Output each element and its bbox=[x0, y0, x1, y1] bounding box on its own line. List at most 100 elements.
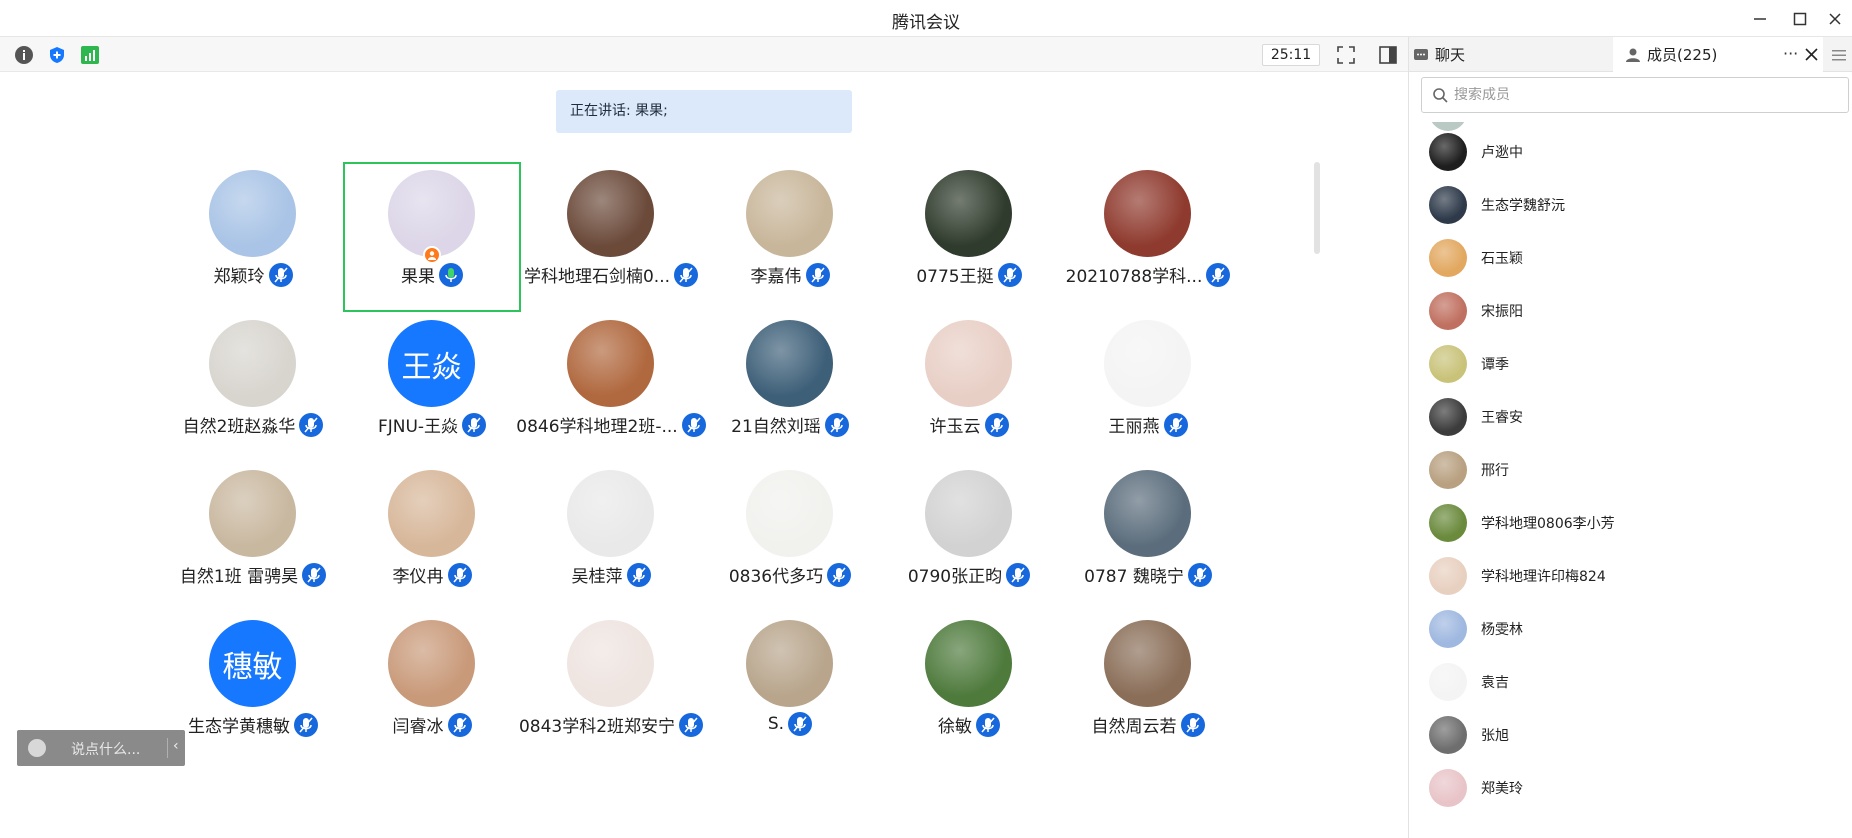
participant-tile[interactable]: 徐敏 bbox=[880, 612, 1058, 762]
member-name: 邢行 bbox=[1481, 463, 1509, 479]
participant-tile[interactable]: 0846学科地理2班-... bbox=[516, 312, 706, 462]
chat-input-box[interactable]: 说点什么... ‹ bbox=[17, 730, 185, 766]
participant-tile[interactable]: 许玉云 bbox=[880, 312, 1058, 462]
participant-tile[interactable]: S. bbox=[701, 612, 879, 762]
mic-icon bbox=[827, 562, 852, 587]
mic-icon bbox=[1180, 712, 1205, 737]
mic-icon bbox=[447, 562, 472, 587]
avatar bbox=[746, 320, 833, 407]
minimize-button[interactable] bbox=[1745, 6, 1775, 32]
avatar bbox=[1104, 620, 1191, 707]
toggle-sidebar-button[interactable] bbox=[1377, 44, 1399, 66]
participant-tile[interactable]: 吴桂萍 bbox=[522, 462, 700, 612]
list-item[interactable]: 卢逖中 bbox=[1429, 132, 1839, 172]
avatar bbox=[388, 170, 475, 257]
sidebar-icon bbox=[1379, 46, 1397, 64]
participant-tile[interactable]: 0775王挺 bbox=[880, 162, 1058, 312]
mic-icon bbox=[788, 712, 813, 736]
member-search-input[interactable] bbox=[1454, 87, 1834, 103]
member-name: 学科地理许印梅824 bbox=[1481, 569, 1606, 585]
participant-tile[interactable]: 王焱 FJNU-王焱 bbox=[343, 312, 521, 462]
maximize-button[interactable] bbox=[1785, 6, 1815, 32]
tab-members-label: 成员(225) bbox=[1647, 46, 1718, 64]
tab-members[interactable]: 成员(225) ··· bbox=[1613, 37, 1823, 72]
more-options-button[interactable]: ··· bbox=[1783, 44, 1798, 63]
participant-tile[interactable]: 李仪冉 bbox=[343, 462, 521, 612]
network-signal-button[interactable] bbox=[79, 44, 101, 66]
fullscreen-button[interactable] bbox=[1335, 44, 1357, 66]
participant-name: 王丽燕 bbox=[1108, 417, 1160, 437]
participant-tile[interactable]: 0843学科2班郑安宁 bbox=[519, 612, 704, 762]
mic-icon bbox=[626, 562, 651, 587]
member-search[interactable] bbox=[1421, 77, 1849, 113]
participant-tile[interactable]: 郑颖玲 bbox=[164, 162, 342, 312]
participant-tile[interactable]: 王丽燕 bbox=[1059, 312, 1237, 462]
tab-chat[interactable]: 聊天 bbox=[1409, 37, 1613, 72]
participant-tile[interactable]: 学科地理石剑楠0... bbox=[522, 162, 700, 312]
list-item[interactable]: 王睿安 bbox=[1429, 397, 1839, 437]
mic-icon bbox=[997, 262, 1022, 287]
list-item[interactable]: 张旭 bbox=[1429, 715, 1839, 755]
participant-tile[interactable]: 0790张正昀 bbox=[880, 462, 1058, 612]
participant-tile[interactable]: 0787 魏晓宁 bbox=[1059, 462, 1237, 612]
list-item[interactable]: 邢行 bbox=[1429, 450, 1839, 490]
panel-menu-button[interactable] bbox=[1825, 37, 1852, 72]
list-item[interactable] bbox=[1429, 122, 1839, 132]
mic-icon bbox=[805, 262, 830, 287]
participant-name: 许玉云 bbox=[929, 417, 981, 437]
participant-name: 自然周云若 bbox=[1091, 717, 1177, 737]
participant-tile[interactable]: 21自然刘瑶 bbox=[701, 312, 879, 462]
participant-tile[interactable]: 果果 bbox=[343, 162, 521, 312]
maximize-icon bbox=[1793, 12, 1807, 26]
security-button[interactable] bbox=[46, 44, 68, 66]
avatar bbox=[1104, 320, 1191, 407]
list-item[interactable]: 石玉颖 bbox=[1429, 238, 1839, 278]
participant-name: 0790张正昀 bbox=[907, 567, 1003, 587]
avatar bbox=[1429, 398, 1467, 436]
participant-tile[interactable]: 0836代多巧 bbox=[701, 462, 879, 612]
avatar bbox=[567, 170, 654, 257]
member-name: 石玉颖 bbox=[1481, 251, 1523, 267]
list-item[interactable]: 生态学魏舒沅 bbox=[1429, 185, 1839, 225]
shield-icon bbox=[50, 47, 64, 63]
participant-tile[interactable]: 李嘉伟 bbox=[701, 162, 879, 312]
participant-tile[interactable]: 穗敏 生态学黄穗敏 bbox=[164, 612, 342, 762]
side-panel: 聊天 成员(225) ··· 卢逖中生态学魏舒沅石玉颖宋振阳谭季王睿安邢行学科地… bbox=[1408, 37, 1852, 838]
side-tabs: 聊天 成员(225) ··· bbox=[1409, 37, 1852, 72]
participant-name: 0775王挺 bbox=[916, 267, 994, 287]
avatar bbox=[1429, 292, 1467, 330]
member-name: 张旭 bbox=[1481, 728, 1509, 744]
list-item[interactable]: 谭季 bbox=[1429, 344, 1839, 384]
list-item[interactable]: 郑美玲 bbox=[1429, 768, 1839, 808]
signal-bars-icon bbox=[81, 46, 99, 64]
avatar bbox=[1429, 557, 1467, 595]
list-item[interactable]: 宋振阳 bbox=[1429, 291, 1839, 331]
close-window-button[interactable] bbox=[1820, 6, 1850, 32]
participant-tile[interactable]: 自然周云若 bbox=[1059, 612, 1237, 762]
participant-tile[interactable]: 自然1班 雷骋昊 bbox=[164, 462, 342, 612]
grid-scrollbar[interactable] bbox=[1314, 162, 1320, 254]
list-item[interactable]: 学科地理0806李小芳 bbox=[1429, 503, 1839, 543]
participant-name-row: 自然周云若 bbox=[1039, 712, 1257, 737]
list-item[interactable]: 袁吉 bbox=[1429, 662, 1839, 702]
participant-grid: 正在讲话: 果果; 郑颖玲 果果 学科地理石剑楠0... 李嘉伟 0775王挺 20210… bbox=[0, 72, 1408, 838]
info-icon bbox=[15, 46, 33, 64]
close-panel-icon[interactable] bbox=[1805, 48, 1818, 61]
participant-tile[interactable]: 自然2班赵淼华 bbox=[164, 312, 342, 462]
avatar bbox=[1429, 239, 1467, 277]
avatar bbox=[567, 620, 654, 707]
mic-icon bbox=[268, 262, 293, 287]
meeting-timer: 25:11 bbox=[1262, 44, 1320, 66]
collapse-arrow-icon[interactable]: ‹ bbox=[173, 738, 179, 754]
participant-name-row: 王丽燕 bbox=[1039, 412, 1257, 437]
list-item[interactable]: 杨雯林 bbox=[1429, 609, 1839, 649]
emoji-icon[interactable] bbox=[28, 739, 46, 757]
participant-tile[interactable]: 闫睿冰 bbox=[343, 612, 521, 762]
avatar bbox=[1429, 769, 1467, 807]
participant-tile[interactable]: 20210788学科... bbox=[1059, 162, 1237, 312]
avatar bbox=[1429, 186, 1467, 224]
fullscreen-icon bbox=[1337, 46, 1355, 64]
list-item[interactable]: 学科地理许印梅824 bbox=[1429, 556, 1839, 596]
info-button[interactable] bbox=[13, 44, 35, 66]
avatar: 王焱 bbox=[388, 320, 475, 407]
